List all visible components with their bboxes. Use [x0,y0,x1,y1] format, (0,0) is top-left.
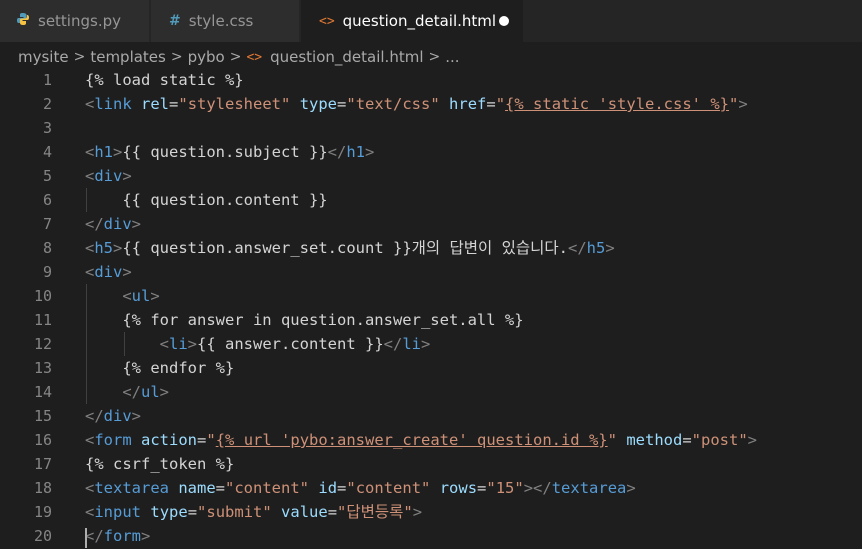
text-cursor [85,528,87,548]
code-text[interactable]: {% for answer in question.answer_set.all… [85,308,523,332]
code-editor[interactable]: 1 {% load static %} 2 <link rel="stylesh… [0,68,862,549]
code-text[interactable]: {{ question.content }} [85,188,327,212]
html-icon: <> [246,49,263,65]
line-number: 11 [33,311,52,329]
line-number: 9 [42,263,52,281]
tab-label: settings.py [38,12,121,30]
line-number: 1 [42,71,52,89]
code-line: 14 </ul> [0,380,862,404]
chevron-right-icon: > [170,49,183,65]
code-text[interactable]: {% load static %} [85,68,244,92]
breadcrumb-item-symbols[interactable]: ... [445,48,459,66]
tab-question-detail-html[interactable]: <> question_detail.html [301,0,523,42]
line-number: 13 [33,359,52,377]
line-number: 5 [42,167,52,185]
python-icon [16,12,30,30]
line-number: 10 [33,287,52,305]
breadcrumb-item-mysite[interactable]: mysite [18,48,69,66]
code-line: 11 {% for answer in question.answer_set.… [0,308,862,332]
code-text[interactable]: <input type="submit" value="답변등록"> [85,500,422,524]
chevron-right-icon: > [73,49,86,65]
code-text[interactable]: </div> [85,212,141,236]
breadcrumb-item-pybo[interactable]: pybo [188,48,225,66]
code-line: 19 <input type="submit" value="답변등록"> [0,500,862,524]
code-line: 8 <h5>{{ question.answer_set.count }}개의 … [0,236,862,260]
code-text[interactable]: {% csrf_token %} [85,452,234,476]
tab-bar: settings.py # style.css <> question_deta… [0,0,862,42]
line-number: 6 [42,191,52,209]
line-number: 19 [33,503,52,521]
code-line: 4 <h1>{{ question.subject }}</h1> [0,140,862,164]
line-number: 8 [42,239,52,257]
line-number: 14 [33,383,52,401]
line-number: 16 [33,431,52,449]
code-line: 5 <div> [0,164,862,188]
tab-settings-py[interactable]: settings.py [0,0,150,42]
tab-label: question_detail.html [342,12,497,30]
line-number: 2 [42,95,52,113]
tab-label: style.css [188,12,254,30]
code-text[interactable]: </form> [85,524,150,548]
code-line: 1 {% load static %} [0,68,862,92]
line-number: 20 [33,527,52,545]
code-text[interactable]: <form action="{% url 'pybo:answer_create… [85,428,757,452]
code-line: 12 <li>{{ answer.content }}</li> [0,332,862,356]
unsaved-changes-dot-icon[interactable] [499,16,509,26]
line-number: 15 [33,407,52,425]
code-line: 20 </form> [0,524,862,548]
code-text[interactable]: {% endfor %} [85,356,234,380]
code-text[interactable]: <li>{{ answer.content }}</li> [85,332,431,356]
line-number: 12 [33,335,52,353]
line-number: 7 [42,215,52,233]
code-line: 6 {{ question.content }} [0,188,862,212]
code-text[interactable]: <textarea name="content" id="content" ro… [85,476,636,500]
code-line: 13 {% endfor %} [0,356,862,380]
code-line: 17 {% csrf_token %} [0,452,862,476]
code-text[interactable]: <h5>{{ question.answer_set.count }}개의 답변… [85,236,615,260]
line-number: 3 [42,119,52,137]
line-number: 17 [33,455,52,473]
breadcrumb-item-templates[interactable]: templates [90,48,166,66]
css-hash-icon: # [169,13,181,29]
html-icon: <> [319,13,335,29]
line-number: 18 [33,479,52,497]
code-text[interactable]: <h1>{{ question.subject }}</h1> [85,140,374,164]
code-line: 18 <textarea name="content" id="content"… [0,476,862,500]
code-line: 10 <ul> [0,284,862,308]
code-line: 3 [0,116,862,140]
code-line: 15 </div> [0,404,862,428]
tab-style-css[interactable]: # style.css [151,0,300,42]
code-text[interactable]: </ul> [85,380,169,404]
code-line: 16 <form action="{% url 'pybo:answer_cre… [0,428,862,452]
chevron-right-icon: > [428,49,441,65]
code-line: 2 <link rel="stylesheet" type="text/css"… [0,92,862,116]
line-number: 4 [42,143,52,161]
chevron-right-icon: > [229,49,242,65]
code-line: 7 </div> [0,212,862,236]
breadcrumb-item-file[interactable]: question_detail.html [270,48,423,66]
code-text[interactable]: <link rel="stylesheet" type="text/css" h… [85,92,748,116]
code-text[interactable]: </div> [85,404,141,428]
code-text[interactable]: <div> [85,260,132,284]
code-text[interactable]: <ul> [85,284,159,308]
code-line: 9 <div> [0,260,862,284]
code-text[interactable]: <div> [85,164,132,188]
